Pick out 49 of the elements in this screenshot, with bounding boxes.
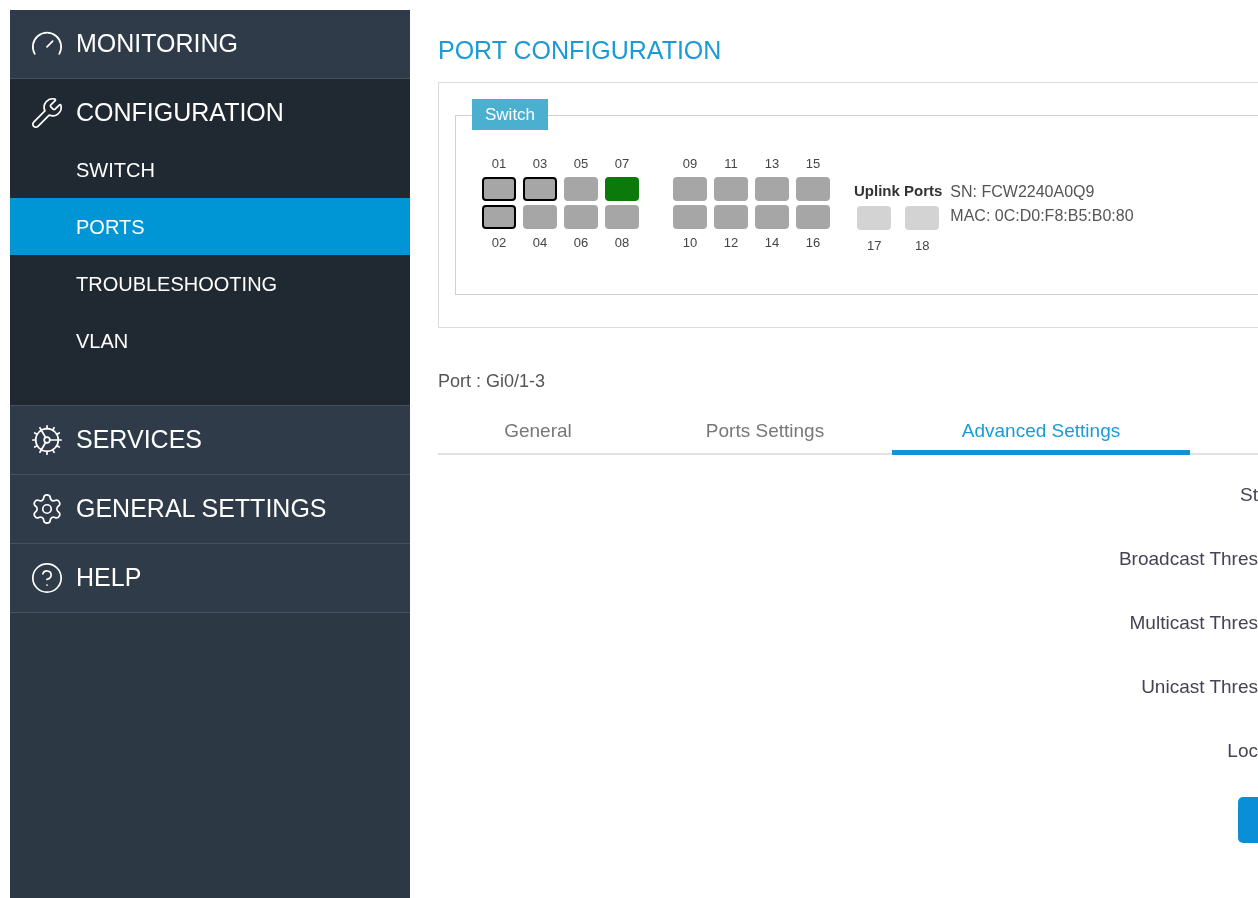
port-number: 01 bbox=[490, 154, 508, 173]
port-number: 13 bbox=[763, 154, 781, 173]
port-number: 04 bbox=[531, 234, 549, 252]
form-label: Multicast Thres bbox=[1129, 610, 1258, 635]
section-label: HELP bbox=[76, 562, 142, 594]
port-number: 06 bbox=[572, 234, 590, 252]
action-button[interactable] bbox=[1238, 796, 1258, 843]
sidebar-item[interactable]: TROUBLESHOOTING bbox=[10, 255, 410, 312]
sidebar-section[interactable]: SERVICES bbox=[10, 406, 410, 474]
sidebar-section[interactable]: HELP bbox=[10, 544, 410, 612]
port-number: 15 bbox=[804, 154, 822, 173]
port-indicator[interactable] bbox=[482, 177, 516, 201]
port-number: 09 bbox=[681, 154, 699, 173]
tab[interactable]: Ports Settings bbox=[638, 416, 892, 455]
switch-info: MAC: 0C:D0:F8:B5:B0:80 bbox=[950, 205, 1134, 226]
form-label: Loc bbox=[1227, 738, 1258, 763]
sidebar-item[interactable]: VLAN bbox=[10, 312, 410, 369]
sidebar-section[interactable]: GENERAL SETTINGS bbox=[10, 475, 410, 543]
port-number: 10 bbox=[681, 234, 699, 252]
port-number: 03 bbox=[531, 154, 549, 173]
port-indicator[interactable] bbox=[482, 205, 516, 229]
section-label: MONITORING bbox=[76, 28, 239, 60]
sidebar-section[interactable]: MONITORING bbox=[10, 10, 410, 78]
form-label: Broadcast Thres bbox=[1118, 546, 1258, 571]
port-number: 07 bbox=[613, 154, 631, 173]
uplink-title: Uplink Ports bbox=[854, 180, 943, 201]
form-label: Unicast Thres bbox=[1141, 674, 1258, 699]
section-label: SERVICES bbox=[76, 424, 202, 456]
port-number: 02 bbox=[490, 234, 508, 252]
port-indicator[interactable] bbox=[523, 177, 557, 201]
port-number: 08 bbox=[613, 234, 631, 252]
wrench-icon bbox=[30, 96, 64, 130]
port-label: Port : Gi0/1-3 bbox=[438, 369, 547, 393]
port-number: 14 bbox=[763, 234, 781, 252]
port-number: 11 bbox=[723, 154, 739, 173]
section-label: GENERAL SETTINGS bbox=[76, 493, 327, 525]
settings-icon bbox=[30, 492, 64, 526]
section-label: CONFIGURATION bbox=[76, 97, 284, 129]
port-number: 18 bbox=[913, 237, 931, 255]
port-number: 12 bbox=[722, 234, 740, 252]
switch-info: SN: FCW2240A0Q9 bbox=[950, 181, 1096, 202]
port-number: 17 bbox=[865, 237, 883, 255]
help-icon bbox=[30, 561, 64, 595]
port-number: 05 bbox=[572, 154, 590, 173]
page-title: PORT CONFIGURATION bbox=[438, 35, 723, 66]
tab[interactable]: General bbox=[438, 416, 638, 455]
switch-legend: Switch bbox=[472, 98, 549, 130]
form-label: St bbox=[1240, 482, 1258, 507]
port-number: 16 bbox=[804, 234, 822, 252]
